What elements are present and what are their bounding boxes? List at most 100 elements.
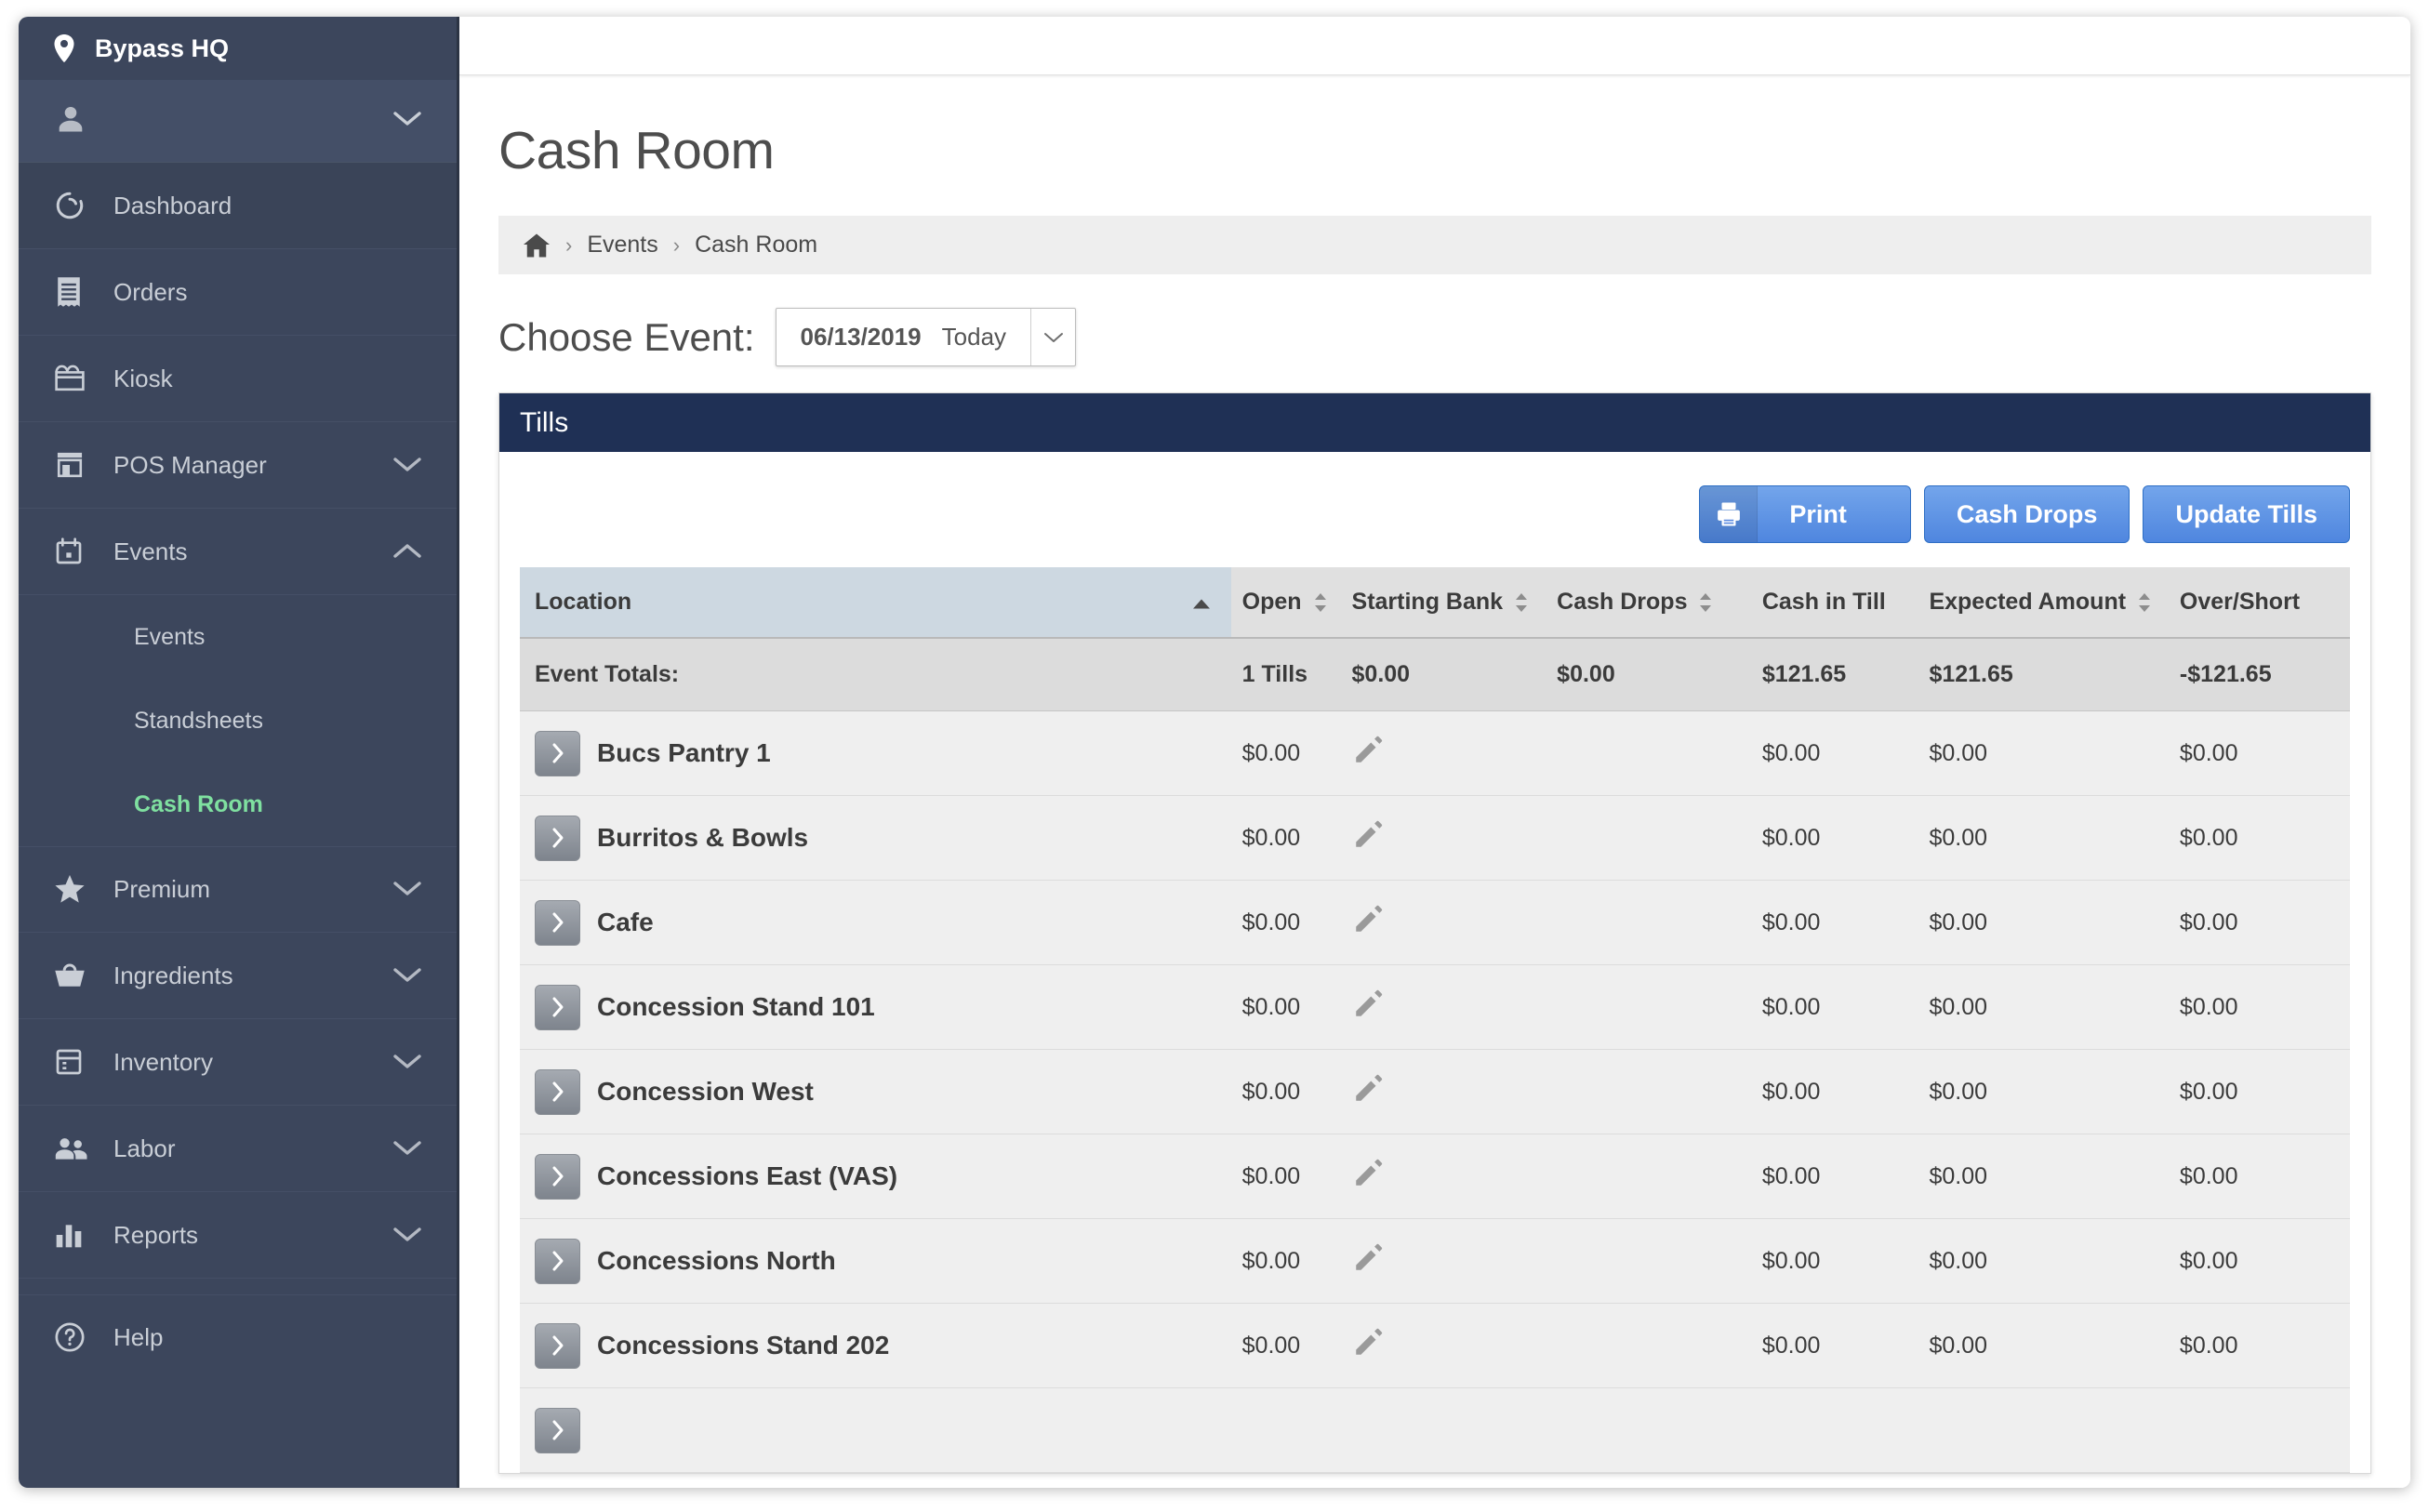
sidebar-item-orders[interactable]: Orders [19,249,457,336]
table-row[interactable]: Concession West $0.00 $0.00 $0.00 $0.00 [520,1049,2350,1134]
sidebar-item-dashboard[interactable]: Dashboard [19,163,457,249]
row-expected-amount: $0.00 [1918,880,2169,965]
pencil-icon[interactable] [1352,904,1384,935]
pencil-icon[interactable] [1352,1158,1384,1189]
row-open: $0.00 [1230,1134,1341,1219]
table-row[interactable]: Cafe $0.00 $0.00 $0.00 $0.00 [520,880,2350,965]
event-totals-row: Event Totals: 1 Tills $0.00 $0.00 $121.6… [520,638,2350,711]
chevron-down-icon [393,875,421,904]
row-cash-drops [1546,964,1751,1050]
sidebar-brand[interactable]: Bypass HQ [19,17,457,80]
tills-panel: Tills Print Cash Drops Update Tills Loca… [498,392,2371,1474]
table-row[interactable]: Bucs Pantry 1 $0.00 $0.00 $0.00 $0.00 [520,710,2350,796]
pencil-icon[interactable] [1352,1242,1384,1274]
pencil-icon[interactable] [1352,819,1384,851]
cash-drops-button[interactable]: Cash Drops [1923,485,2130,543]
sidebar-subitem-events[interactable]: Events [19,595,457,679]
sidebar-item-events[interactable]: Events [19,509,457,595]
column-header-cash-in-till[interactable]: Cash in Till [1750,567,1918,639]
row-cash-in-till [1750,1387,1918,1473]
pencil-icon[interactable] [1352,1073,1384,1105]
pencil-icon[interactable] [1352,1327,1384,1359]
row-location-label: Cafe [597,908,654,936]
breadcrumb: › Events › Cash Room [498,216,2371,274]
event-select-date: 06/13/2019 [800,323,922,351]
sidebar-item-ingredients[interactable]: Ingredients [19,933,457,1019]
sidebar-subitem-cash-room[interactable]: Cash Room [19,763,457,846]
expand-row-button[interactable] [535,1407,580,1453]
column-header-label: Open [1241,589,1302,615]
sidebar-item-label: Kiosk [113,364,173,392]
row-over-short: $0.00 [2168,880,2350,965]
column-header-open[interactable]: Open [1230,567,1341,639]
row-starting-bank-edit [1340,1134,1546,1219]
row-cash-in-till: $0.00 [1750,1218,1918,1304]
row-location-label: Burritos & Bowls [597,823,809,852]
event-select-value: 06/13/2019 Today [776,309,1031,365]
table-row-partial[interactable] [520,1387,2350,1473]
column-header-over-short[interactable]: Over/Short [2168,567,2350,639]
pencil-icon[interactable] [1352,988,1384,1020]
pencil-icon[interactable] [1352,735,1384,766]
breadcrumb-item-cash-room[interactable]: Cash Room [695,232,817,259]
breadcrumb-item-events[interactable]: Events [587,232,657,259]
row-expected-amount: $0.00 [1918,1049,2169,1134]
sort-both-icon [1699,591,1712,614]
table-row[interactable]: Concessions North $0.00 $0.00 $0.00 $0.0… [520,1218,2350,1304]
column-header-location[interactable]: Location [520,567,1231,639]
update-tills-button[interactable]: Update Tills [2143,485,2350,543]
sidebar-item-label: POS Manager [113,450,267,479]
sidebar-item-pos-manager[interactable]: POS Manager [19,422,457,509]
sidebar-item-kiosk[interactable]: Kiosk [19,336,457,422]
event-select-dropdown[interactable]: 06/13/2019 Today [775,308,1077,366]
row-location-label: Concessions Stand 202 [597,1331,890,1359]
chevron-down-icon [393,1221,421,1250]
sidebar-item-help[interactable]: Help [19,1295,457,1379]
dashboard-donut-icon [54,190,93,221]
row-open: $0.00 [1230,964,1341,1050]
page-title: Cash Room [498,121,775,180]
table-row[interactable]: Burritos & Bowls $0.00 $0.00 $0.00 $0.00 [520,795,2350,881]
printer-icon [1700,486,1759,542]
row-expected-amount: $0.00 [1918,1218,2169,1304]
expand-row-button[interactable] [535,815,580,861]
sidebar-item-reports[interactable]: Reports [19,1192,457,1279]
sidebar-item-premium[interactable]: Premium [19,846,457,933]
chevron-down-icon[interactable] [1030,309,1075,365]
row-cash-in-till: $0.00 [1750,1134,1918,1219]
sidebar-item-inventory[interactable]: Inventory [19,1019,457,1106]
sidebar-user-menu[interactable] [19,80,457,163]
row-cash-drops [1546,1134,1751,1219]
print-button[interactable]: Print [1699,485,1911,543]
sidebar-item-labor[interactable]: Labor [19,1106,457,1192]
event-totals-open: 1 Tills [1230,638,1341,711]
column-header-cash-drops[interactable]: Cash Drops [1546,567,1751,639]
table-row[interactable]: Concessions East (VAS) $0.00 $0.00 $0.00… [520,1134,2350,1219]
row-location-cell: Concessions North [520,1218,1231,1304]
expand-row-button[interactable] [535,899,580,946]
table-row[interactable]: Concessions Stand 202 $0.00 $0.00 $0.00 … [520,1303,2350,1388]
expand-row-button[interactable] [535,1322,580,1369]
expand-row-button[interactable] [535,1068,580,1115]
column-header-label: Starting Bank [1351,589,1504,615]
row-location-label: Concessions East (VAS) [597,1161,898,1190]
sidebar-item-label: Orders [113,277,188,306]
sidebar-subitem-standsheets[interactable]: Standsheets [19,679,457,763]
sidebar-item-label: Help [113,1322,164,1351]
row-open: $0.00 [1230,1218,1341,1304]
event-totals-cash-drops: $0.00 [1546,638,1751,711]
row-cash-in-till: $0.00 [1750,964,1918,1050]
home-icon[interactable] [523,232,551,259]
choose-event-label: Choose Event: [498,314,755,359]
cash-drops-button-label: Cash Drops [1956,499,2098,528]
expand-row-button[interactable] [535,730,580,776]
bar-chart-icon [54,1221,93,1249]
table-row[interactable]: Concession Stand 101 $0.00 $0.00 $0.00 $… [520,964,2350,1050]
column-header-expected-amount[interactable]: Expected Amount [1918,567,2169,639]
expand-row-button[interactable] [535,1238,580,1284]
column-header-starting-bank[interactable]: Starting Bank [1340,567,1546,639]
expand-row-button[interactable] [535,1153,580,1200]
expand-row-button[interactable] [535,984,580,1030]
receipt-icon [54,276,93,308]
storefront-awning-icon [54,364,93,393]
